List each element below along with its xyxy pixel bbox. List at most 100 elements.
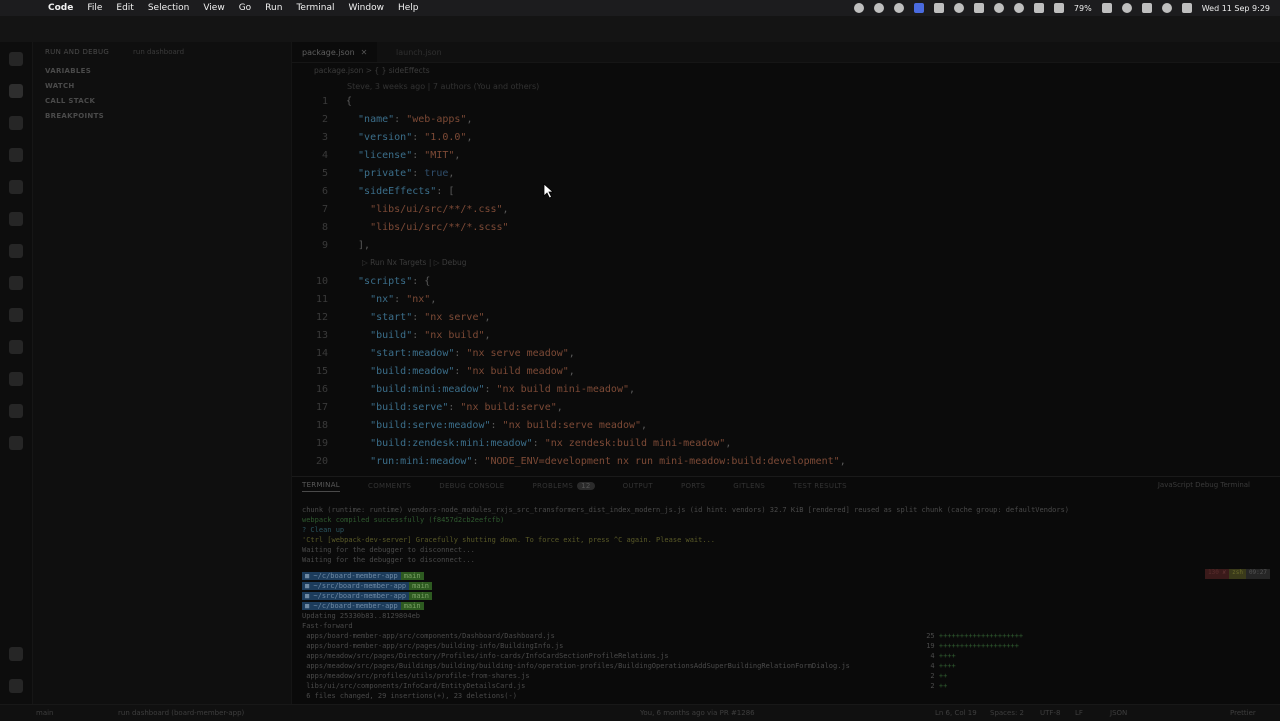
- debug-config-select[interactable]: run dashboard: [133, 48, 184, 56]
- code-line[interactable]: 6 "sideEffects": [: [292, 183, 1280, 201]
- record-icon[interactable]: [893, 3, 904, 13]
- line-blame[interactable]: You, 6 months ago via PR #1286: [640, 709, 755, 717]
- code-line[interactable]: 13 "build": "nx build",: [292, 327, 1280, 345]
- vpn-icon[interactable]: [1013, 3, 1024, 13]
- bluetooth-icon[interactable]: [1053, 3, 1064, 13]
- code-text: "sideEffects": [: [346, 183, 454, 201]
- account-icon[interactable]: [9, 647, 23, 661]
- line-ending[interactable]: LF: [1075, 709, 1083, 717]
- wifi-icon[interactable]: [1121, 3, 1132, 13]
- menu-help[interactable]: Help: [398, 3, 419, 13]
- terminal-line: Waiting for the debugger to disconnect..…: [302, 556, 475, 564]
- run-debug-icon[interactable]: [9, 84, 23, 98]
- menu-edit[interactable]: Edit: [116, 3, 133, 13]
- search-activity-icon[interactable]: [9, 116, 23, 130]
- cloud-icon[interactable]: [973, 3, 984, 13]
- tab-ports[interactable]: PORTS: [681, 482, 705, 490]
- remote-explorer-icon[interactable]: [9, 244, 23, 258]
- source-control-icon[interactable]: [9, 148, 23, 162]
- tab-comments[interactable]: COMMENTS: [368, 482, 411, 490]
- menu-go[interactable]: Go: [239, 3, 251, 13]
- search-icon[interactable]: [1161, 3, 1172, 13]
- headphones-icon[interactable]: [873, 3, 884, 13]
- code-line[interactable]: 7 "libs/ui/src/**/*.css",: [292, 201, 1280, 219]
- close-icon[interactable]: ✕: [361, 48, 368, 57]
- code-line[interactable]: 11 "nx": "nx",: [292, 291, 1280, 309]
- section-breakpoints[interactable]: BREAKPOINTS: [45, 112, 104, 120]
- prettier-status[interactable]: Prettier: [1230, 709, 1256, 717]
- line-number: 9: [321, 240, 328, 251]
- keyboard-icon[interactable]: [1033, 3, 1044, 13]
- code-line[interactable]: 2 "name": "web-apps",: [292, 111, 1280, 129]
- explorer-icon[interactable]: [9, 52, 23, 66]
- code-line[interactable]: 8 "libs/ui/src/**/*.scss": [292, 219, 1280, 237]
- menubar-clock[interactable]: Wed 11 Sep 9:29: [1202, 4, 1270, 13]
- pen-icon[interactable]: [933, 3, 944, 13]
- git-blame-header[interactable]: Steve, 3 weeks ago | 7 authors (You and …: [347, 82, 539, 91]
- code-line[interactable]: 9 ],: [292, 237, 1280, 255]
- code-line[interactable]: 17 "build:serve": "nx build:serve",: [292, 399, 1280, 417]
- nx-console-icon[interactable]: [9, 372, 23, 386]
- breadcrumb[interactable]: package.json > { } sideEffects: [314, 66, 430, 75]
- menu-selection[interactable]: Selection: [148, 3, 189, 13]
- chat-icon[interactable]: [953, 3, 964, 13]
- code-line[interactable]: 15 "build:meadow": "nx build meadow",: [292, 363, 1280, 381]
- input-source-icon[interactable]: [1141, 3, 1152, 13]
- section-variables[interactable]: VARIABLES: [45, 67, 91, 75]
- indentation[interactable]: Spaces: 2: [990, 709, 1024, 717]
- code-text: "run:mini:meadow": "NODE_ENV=development…: [346, 453, 846, 471]
- git-branch[interactable]: main: [36, 709, 54, 717]
- database-icon[interactable]: [9, 436, 23, 450]
- encoding[interactable]: UTF-8: [1040, 709, 1060, 717]
- battery-icon[interactable]: [1101, 3, 1112, 13]
- code-line[interactable]: 20 "run:mini:meadow": "NODE_ENV=developm…: [292, 453, 1280, 471]
- tab-output[interactable]: OUTPUT: [623, 482, 653, 490]
- manage-gear-icon[interactable]: [9, 679, 23, 693]
- terminal-line: 'Ctrl [webpack-dev-server] Gracefully sh…: [302, 536, 716, 544]
- menu-run[interactable]: Run: [265, 3, 282, 13]
- tab-package-json[interactable]: package.json ✕: [292, 42, 378, 62]
- active-terminal-name[interactable]: JavaScript Debug Terminal: [1158, 481, 1250, 489]
- tab-terminal[interactable]: TERMINAL: [302, 481, 340, 492]
- tab-test-results[interactable]: TEST RESULTS: [793, 482, 847, 490]
- code-line[interactable]: 18 "build:serve:meadow": "nx build:serve…: [292, 417, 1280, 435]
- terminal-output[interactable]: chunk (runtime: runtime) vendors-node_mo…: [302, 505, 1069, 565]
- audio-icon[interactable]: [993, 3, 1004, 13]
- code-line[interactable]: 5 "private": true,: [292, 165, 1280, 183]
- code-line[interactable]: 12 "start": "nx serve",: [292, 309, 1280, 327]
- app-status-icon[interactable]: [913, 3, 924, 13]
- tab-debug-console[interactable]: DEBUG CONSOLE: [439, 482, 504, 490]
- cursor-position[interactable]: Ln 6, Col 19: [935, 709, 977, 717]
- github-icon[interactable]: [9, 180, 23, 194]
- settings-icon[interactable]: [853, 3, 864, 13]
- menu-window[interactable]: Window: [348, 3, 384, 13]
- control-center-icon[interactable]: [1181, 3, 1192, 13]
- code-line[interactable]: 4 "license": "MIT",: [292, 147, 1280, 165]
- menu-app-name[interactable]: Code: [48, 3, 73, 13]
- code-line[interactable]: 19 "build:zendesk:mini:meadow": "nx zend…: [292, 435, 1280, 453]
- tab-launch-json[interactable]: launch.json: [386, 42, 452, 62]
- code-line[interactable]: 1{: [292, 93, 1280, 111]
- battery-percent[interactable]: 79%: [1074, 4, 1092, 13]
- code-token: "build:mini:meadow": [346, 384, 485, 395]
- menu-view[interactable]: View: [203, 3, 224, 13]
- debug-target[interactable]: run dashboard (board-member-app): [118, 709, 244, 717]
- section-watch[interactable]: WATCH: [45, 82, 75, 90]
- code-line[interactable]: 14 "start:meadow": "nx serve meadow",: [292, 345, 1280, 363]
- nx-codelens[interactable]: ▷ Run Nx Targets | ▷ Debug: [362, 258, 467, 267]
- extensions-icon[interactable]: [9, 212, 23, 226]
- section-call-stack[interactable]: CALL STACK: [45, 97, 95, 105]
- docker-icon[interactable]: [9, 308, 23, 322]
- code-editor[interactable]: 1{2 "name": "web-apps", 3 "version": "1.0…: [292, 93, 1280, 468]
- menu-terminal[interactable]: Terminal: [296, 3, 334, 13]
- code-line[interactable]: 16 "build:mini:meadow": "nx build mini-m…: [292, 381, 1280, 399]
- testing-icon[interactable]: [9, 276, 23, 290]
- language-mode[interactable]: JSON: [1110, 709, 1127, 717]
- tab-gitlens[interactable]: GITLENS: [733, 482, 765, 490]
- code-line[interactable]: 3 "version": "1.0.0",: [292, 129, 1280, 147]
- code-line[interactable]: 10 "scripts": {: [292, 273, 1280, 291]
- timeline-icon[interactable]: [9, 404, 23, 418]
- gitlens-icon[interactable]: [9, 340, 23, 354]
- menu-file[interactable]: File: [87, 3, 102, 13]
- tab-problems[interactable]: PROBLEMS 12: [532, 482, 595, 490]
